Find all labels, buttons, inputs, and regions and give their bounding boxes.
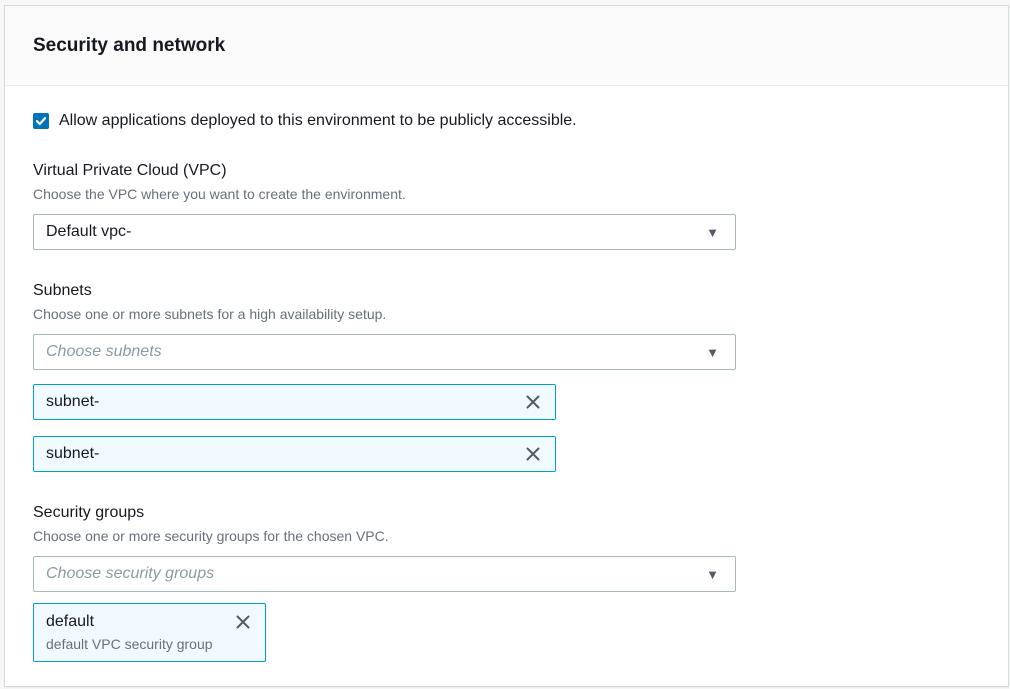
- remove-subnet-button[interactable]: [523, 392, 543, 412]
- security-group-token: default default VPC security group: [33, 603, 266, 662]
- security-groups-select[interactable]: Choose security groups ▼: [33, 556, 736, 592]
- panel-header: Security and network: [5, 6, 1008, 86]
- security-group-token-description: default VPC security group: [46, 636, 253, 652]
- panel-title: Security and network: [33, 35, 225, 57]
- subnet-token-label: subnet-: [46, 445, 99, 463]
- subnets-field-description: Choose one or more subnets for a high av…: [33, 304, 980, 324]
- subnets-select-placeholder: Choose subnets: [46, 343, 162, 361]
- vpc-field-label: Virtual Private Cloud (VPC): [33, 160, 980, 182]
- close-icon: [523, 444, 543, 464]
- public-access-checkbox[interactable]: [33, 113, 49, 129]
- subnets-field: Subnets Choose one or more subnets for a…: [33, 280, 980, 472]
- security-group-token-header: default: [46, 612, 253, 632]
- subnet-token: subnet-: [33, 436, 556, 472]
- chevron-down-icon: ▼: [706, 346, 719, 359]
- security-groups-field: Security groups Choose one or more secur…: [33, 502, 980, 662]
- vpc-field-description: Choose the VPC where you want to create …: [33, 184, 980, 204]
- security-group-token-label: default: [46, 613, 94, 631]
- remove-security-group-button[interactable]: [233, 612, 253, 632]
- vpc-select[interactable]: Default vpc- ▼: [33, 214, 736, 250]
- chevron-down-icon: ▼: [706, 568, 719, 581]
- subnets-select[interactable]: Choose subnets ▼: [33, 334, 736, 370]
- panel-content: Allow applications deployed to this envi…: [5, 86, 1008, 686]
- remove-subnet-button[interactable]: [523, 444, 543, 464]
- subnet-token-list: subnet- subnet-: [33, 384, 980, 472]
- chevron-down-icon: ▼: [706, 226, 719, 239]
- security-groups-field-label: Security groups: [33, 502, 980, 524]
- check-icon: [35, 115, 47, 127]
- public-access-checkbox-row: Allow applications deployed to this envi…: [33, 112, 980, 130]
- subnet-token: subnet-: [33, 384, 556, 420]
- subnet-token-label: subnet-: [46, 393, 99, 411]
- public-access-checkbox-label[interactable]: Allow applications deployed to this envi…: [59, 112, 577, 130]
- close-icon: [233, 612, 253, 632]
- vpc-select-value: Default vpc-: [46, 223, 131, 241]
- security-groups-select-placeholder: Choose security groups: [46, 565, 214, 583]
- security-groups-field-description: Choose one or more security groups for t…: [33, 526, 980, 546]
- vpc-field: Virtual Private Cloud (VPC) Choose the V…: [33, 160, 980, 250]
- close-icon: [523, 392, 543, 412]
- subnets-field-label: Subnets: [33, 280, 980, 302]
- security-and-network-panel: Security and network Allow applications …: [4, 5, 1009, 687]
